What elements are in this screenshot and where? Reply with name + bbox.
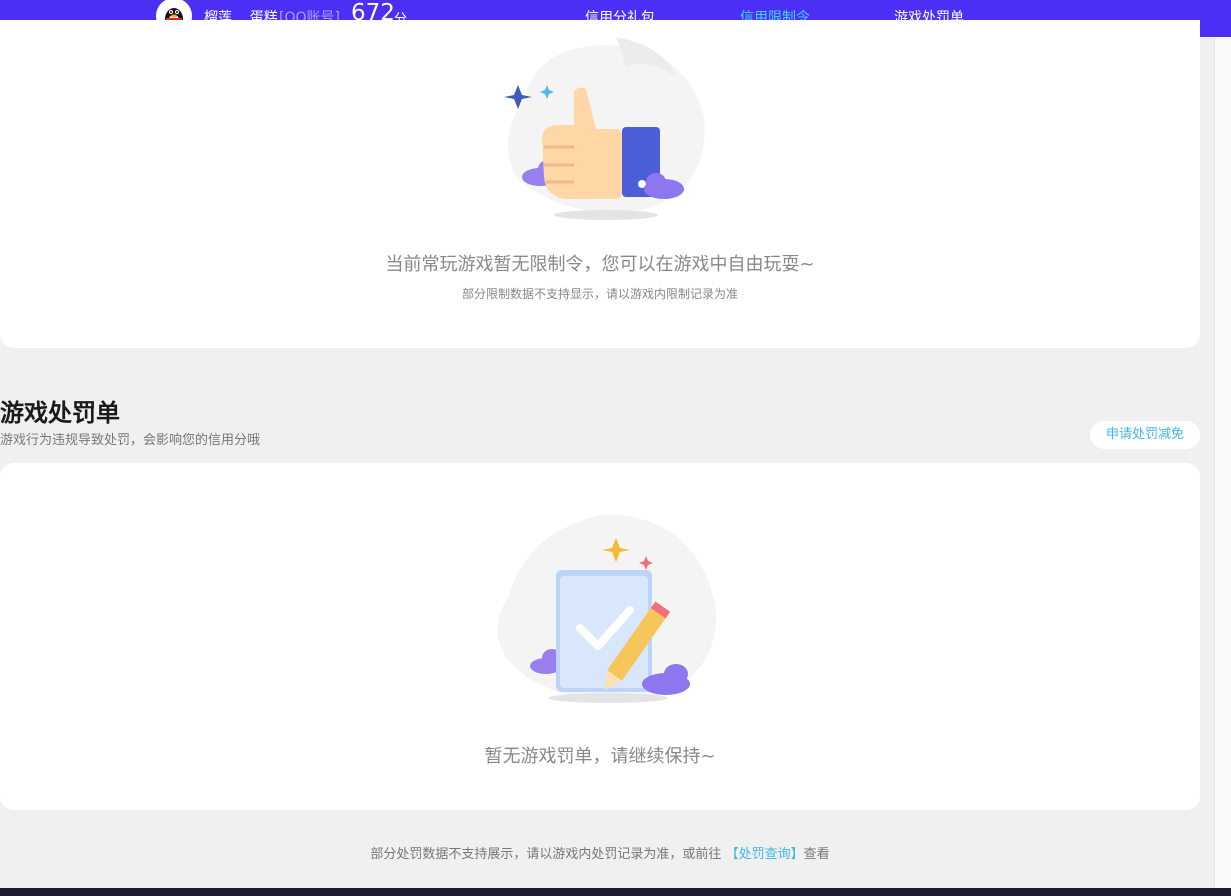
restriction-note: 部分限制数据不支持显示，请以游戏内限制记录为准 <box>461 287 738 301</box>
footer-note-prefix: 部分处罚数据不支持展示，请以游戏内处罚记录为准，或前往 <box>370 847 722 862</box>
apply-penalty-reduction-button[interactable]: 申请处罚减免 <box>1090 421 1200 449</box>
bottom-bar <box>0 888 1231 896</box>
thumbs-up-illustration <box>504 37 705 220</box>
penalty-empty-message: 暂无游戏罚单，请继续保持~ <box>484 746 716 767</box>
document-check-illustration <box>497 514 717 703</box>
scrollbar-track[interactable] <box>1214 37 1231 896</box>
penalty-section-subtitle: 游戏行为违规导致处罚，会影响您的信用分哦 <box>0 433 261 448</box>
penalty-query-link[interactable]: 【处罚查询】 <box>726 847 804 862</box>
penalty-footer-note: 部分处罚数据不支持展示，请以游戏内处罚记录为准，或前往 【处罚查询】查看 <box>0 843 1200 862</box>
footer-note-suffix: 查看 <box>803 847 830 862</box>
restriction-empty-message: 当前常玩游戏暂无限制令，您可以在游戏中自由玩耍~ <box>385 254 815 275</box>
penalty-section-title: 游戏处罚单 <box>0 399 120 427</box>
